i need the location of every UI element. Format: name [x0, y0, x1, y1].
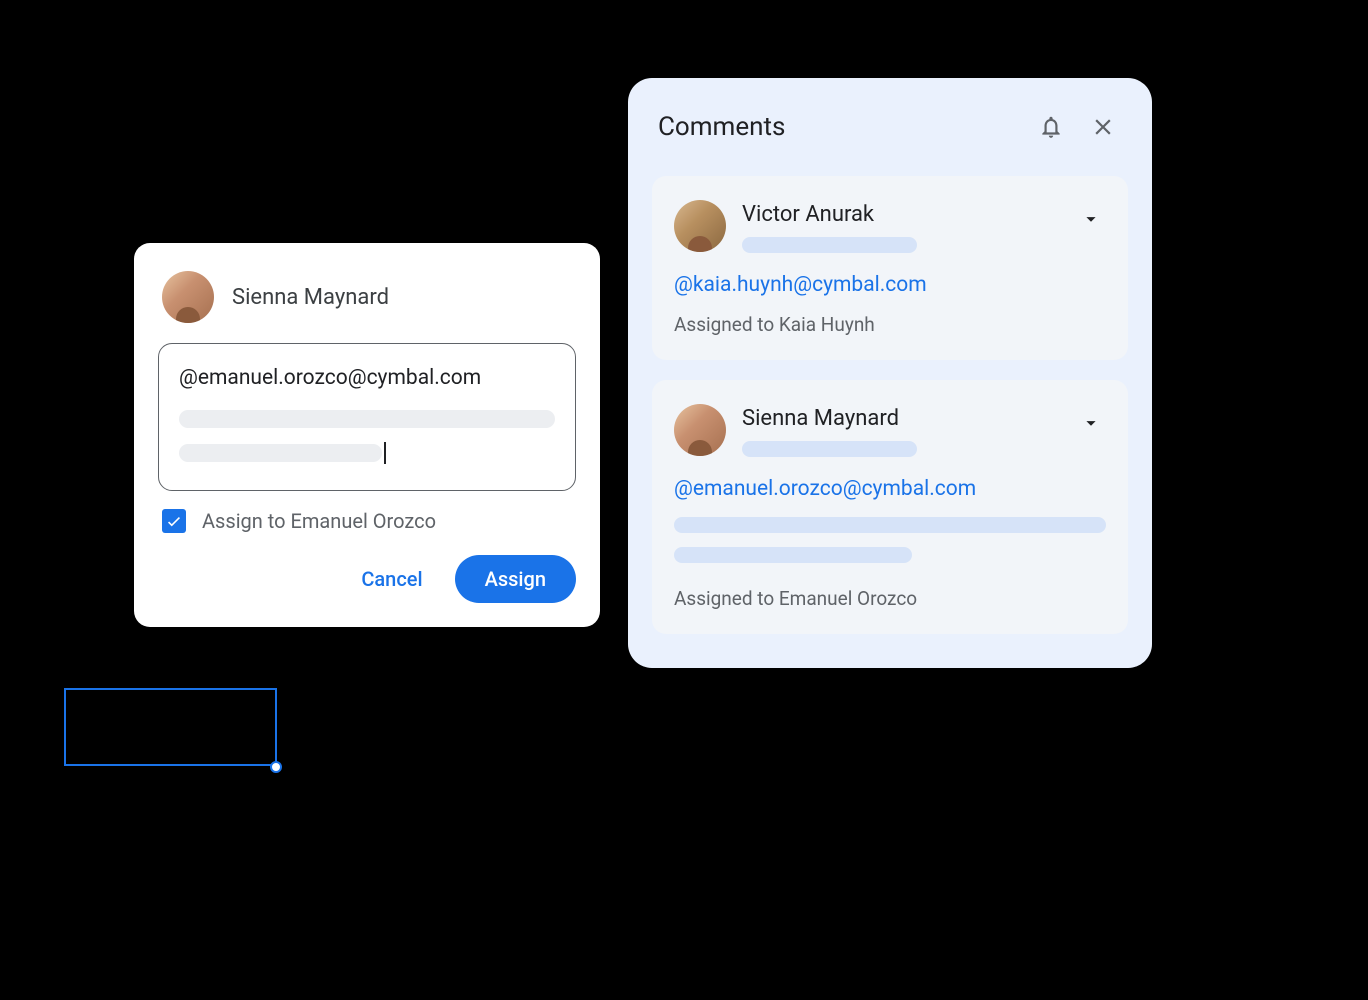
- compose-comment-card: Sienna Maynard @emanuel.orozco@cymbal.co…: [134, 243, 600, 627]
- assign-button[interactable]: Assign: [455, 555, 576, 603]
- comments-panel: Comments Victor Anurak @kaia.huynh@cymba…: [628, 78, 1152, 668]
- comment-body-placeholder: [674, 547, 912, 563]
- comments-title: Comments: [658, 112, 1018, 142]
- comment-author: Victor Anurak: [742, 202, 1060, 227]
- expand-button[interactable]: [1076, 204, 1106, 234]
- avatar: [674, 404, 726, 456]
- comment-meta-placeholder: [742, 441, 917, 457]
- comments-header: Comments: [652, 102, 1128, 152]
- assign-checkbox-row[interactable]: Assign to Emanuel Orozco: [158, 509, 576, 533]
- avatar: [162, 271, 214, 323]
- chevron-down-icon: [1080, 208, 1102, 230]
- comment-body-placeholder: [674, 517, 1106, 533]
- close-icon: [1090, 114, 1116, 140]
- mention-link[interactable]: @kaia.huynh@cymbal.com: [674, 273, 1106, 297]
- comment-head: Victor Anurak: [674, 200, 1106, 253]
- text-cursor: [384, 442, 386, 464]
- assigned-to-text: Assigned to Kaia Huynh: [674, 313, 1106, 336]
- bell-icon: [1038, 114, 1064, 140]
- comment-meta-placeholder: [742, 237, 917, 253]
- comment-author: Sienna Maynard: [742, 406, 1060, 431]
- comment-head: Sienna Maynard: [674, 404, 1106, 457]
- expand-button[interactable]: [1076, 408, 1106, 438]
- chevron-down-icon: [1080, 412, 1102, 434]
- selection-handle[interactable]: [270, 761, 282, 773]
- text-placeholder-line: [179, 444, 382, 462]
- comment-input[interactable]: @emanuel.orozco@cymbal.com: [158, 343, 576, 491]
- cancel-button[interactable]: Cancel: [339, 555, 444, 603]
- compose-author-name: Sienna Maynard: [232, 285, 389, 310]
- close-button[interactable]: [1084, 108, 1122, 146]
- compose-header: Sienna Maynard: [158, 271, 576, 323]
- notifications-button[interactable]: [1032, 108, 1070, 146]
- text-placeholder-line: [179, 410, 555, 428]
- assigned-to-text: Assigned to Emanuel Orozco: [674, 587, 1106, 610]
- selection-box: [64, 688, 277, 766]
- compose-actions: Cancel Assign: [158, 555, 576, 603]
- mention-text: @emanuel.orozco@cymbal.com: [179, 366, 555, 390]
- assign-checkbox-label: Assign to Emanuel Orozco: [202, 509, 436, 533]
- mention-link[interactable]: @emanuel.orozco@cymbal.com: [674, 477, 1106, 501]
- comment-card[interactable]: Victor Anurak @kaia.huynh@cymbal.com Ass…: [652, 176, 1128, 360]
- assign-checkbox[interactable]: [162, 509, 186, 533]
- comment-card[interactable]: Sienna Maynard @emanuel.orozco@cymbal.co…: [652, 380, 1128, 634]
- check-icon: [165, 512, 183, 530]
- avatar: [674, 200, 726, 252]
